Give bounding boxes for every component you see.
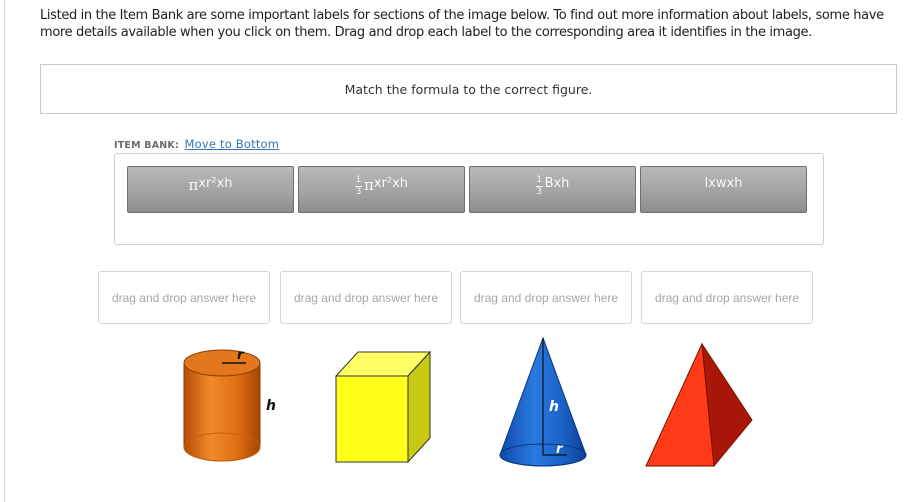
dropzone-cone[interactable]: drag and drop answer here bbox=[460, 271, 632, 324]
question-prompt: Match the formula to the correct figure. bbox=[40, 64, 897, 114]
left-border bbox=[4, 0, 5, 502]
answer-tile-cylinder-formula[interactable]: π xr²xh bbox=[127, 166, 294, 213]
dropzone-placeholder: drag and drop answer here bbox=[293, 290, 439, 305]
answer-tile-cone-formula[interactable]: 1 3 π xr²xh bbox=[298, 166, 465, 213]
fraction-one-third: 1 3 bbox=[354, 175, 362, 197]
dropzone-cube[interactable]: drag and drop answer here bbox=[280, 271, 452, 324]
dropzone-cylinder[interactable]: drag and drop answer here bbox=[98, 271, 270, 324]
answer-tile-pyramid-formula[interactable]: 1 3 Bxh bbox=[469, 166, 636, 213]
answer-tile-prism-formula[interactable]: lxwxh bbox=[640, 166, 807, 213]
dropzone-placeholder: drag and drop answer here bbox=[654, 290, 800, 305]
tile-text: xr²xh bbox=[373, 176, 409, 191]
item-bank-label: ITEM BANK: bbox=[114, 140, 179, 151]
prompt-text: Match the formula to the correct figure. bbox=[344, 81, 593, 97]
cone-figure: h r bbox=[499, 336, 587, 467]
tile-text: lxwxh bbox=[704, 176, 743, 191]
tile-text: xr²xh bbox=[198, 176, 233, 191]
cube-figure bbox=[334, 350, 432, 464]
height-label: h bbox=[266, 398, 276, 414]
pi-symbol: π bbox=[188, 176, 199, 194]
fraction-denominator: 3 bbox=[355, 187, 362, 197]
pyramid-figure bbox=[645, 342, 753, 468]
move-to-bottom-link[interactable]: Move to Bottom bbox=[185, 137, 280, 151]
height-label: h bbox=[549, 399, 559, 415]
instructions-text: Listed in the Item Bank are some importa… bbox=[40, 8, 884, 40]
fraction-numerator: 1 bbox=[355, 175, 362, 185]
fraction-numerator: 1 bbox=[536, 175, 542, 185]
fraction-denominator: 3 bbox=[536, 187, 542, 197]
dropzone-pyramid[interactable]: drag and drop answer here bbox=[641, 271, 813, 324]
cylinder-figure: r h bbox=[183, 348, 276, 462]
tile-text: Bxh bbox=[544, 176, 570, 191]
fraction-one-third: 1 3 bbox=[535, 175, 543, 197]
dropzone-placeholder: drag and drop answer here bbox=[473, 290, 619, 305]
dropzone-placeholder: drag and drop answer here bbox=[111, 290, 257, 305]
pi-symbol: π bbox=[363, 176, 374, 194]
item-bank-header: ITEM BANK: Move to Bottom bbox=[114, 137, 279, 151]
